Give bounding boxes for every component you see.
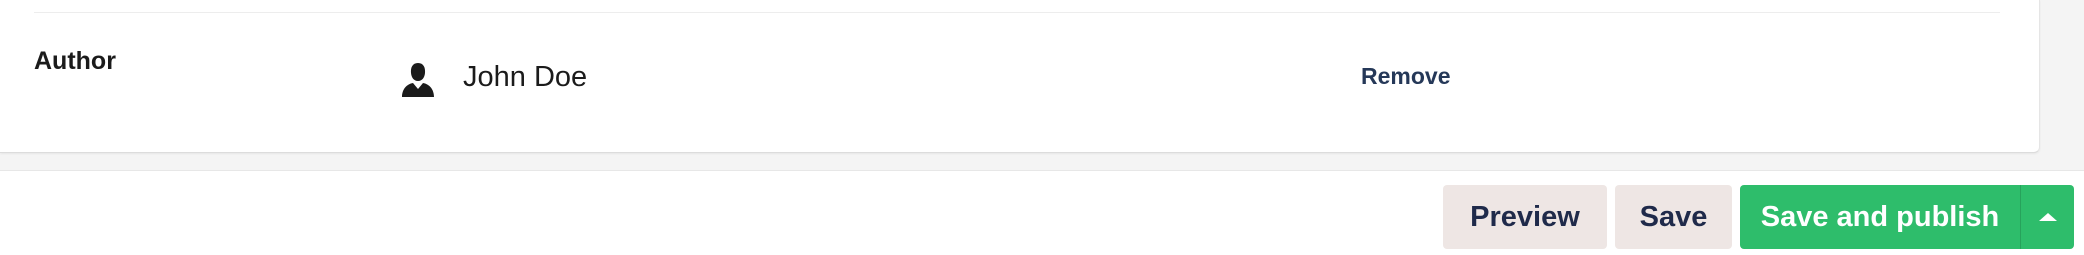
- caret-up-icon: [2038, 213, 2057, 221]
- save-and-publish-button[interactable]: Save and publish: [1740, 185, 2020, 249]
- preview-button[interactable]: Preview: [1443, 185, 1607, 249]
- more-actions-button[interactable]: [2020, 185, 2074, 249]
- save-button[interactable]: Save: [1615, 185, 1732, 249]
- author-property-panel: Author John Doe Remove: [0, 0, 2040, 153]
- remove-author-link[interactable]: Remove: [1361, 63, 1450, 90]
- author-name: John Doe: [463, 61, 588, 93]
- author-label: Author: [34, 47, 116, 75]
- row-divider: [34, 12, 2000, 13]
- user-icon: [402, 63, 434, 97]
